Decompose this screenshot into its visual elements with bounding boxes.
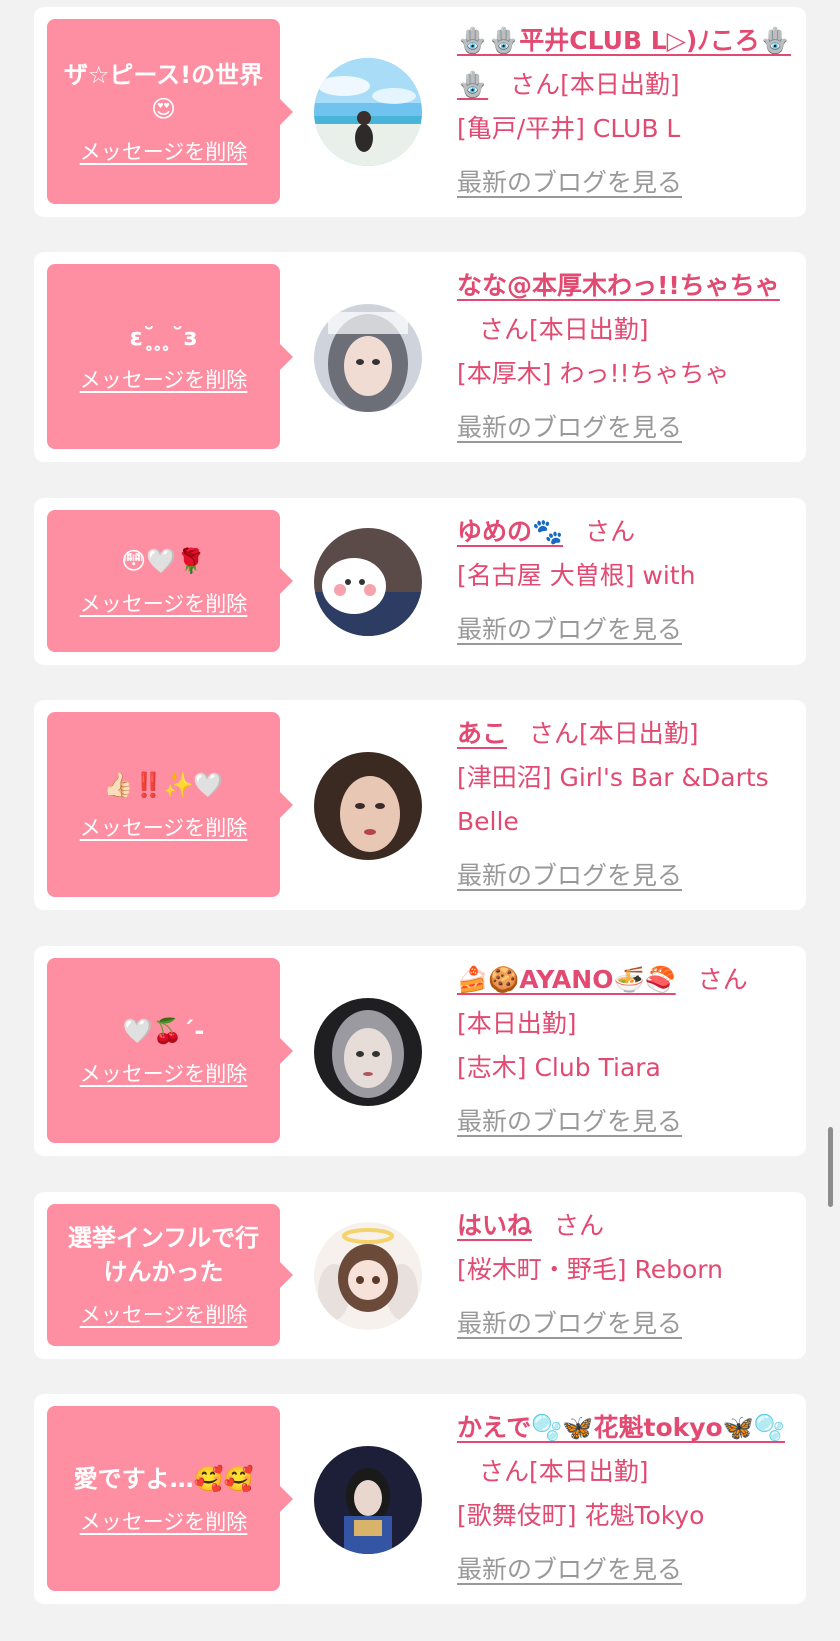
cast-name-link[interactable]: あこ (457, 719, 507, 748)
shop-label: [桜木町・野毛] Reborn (457, 1255, 723, 1284)
san-suffix: さん (479, 315, 530, 344)
san-suffix: さん (697, 965, 748, 994)
status-badge: [本日出勤] (560, 70, 680, 99)
shop-label: [名古屋 大曽根] with (457, 561, 696, 590)
cast-name-link[interactable]: はいね (457, 1211, 532, 1240)
scrollbar[interactable] (828, 1127, 833, 1207)
message-text: ε˘̥ ̥ ̥˘з (129, 322, 198, 351)
san-suffix: さん (585, 517, 636, 546)
cast-info: はいね さん [桜木町・野毛] Reborn 最新のブログを見る (457, 1204, 795, 1346)
avatar[interactable] (314, 752, 422, 860)
avatar[interactable] (314, 998, 422, 1106)
cast-info: ゆめの🐾 さん [名古屋 大曽根] with 最新のブログを見る (457, 510, 795, 652)
shop-label: [本厚木] わっ!!ちゃちゃ (457, 359, 730, 388)
avatar[interactable] (314, 58, 422, 166)
cast-name-link[interactable]: 🍰🍪AYANO🍜🍣 (457, 965, 676, 994)
message-card: 愛ですよ…🥰🥰 メッセージを削除 かえで🫧🦋花魁tokyo🦋🫧 さん[本日出勤] … (34, 1394, 806, 1604)
message-bubble: ザ☆ピース!の世界😍 メッセージを削除 (47, 19, 293, 204)
cast-name-link[interactable]: ゆめの🐾 (457, 517, 563, 546)
delete-message-link[interactable]: メッセージを削除 (80, 812, 248, 842)
avatar[interactable] (314, 304, 422, 412)
cast-info: 🍰🍪AYANO🍜🍣 さん [本日出勤] [志木] Club Tiara 最新のブロ… (457, 958, 795, 1144)
view-blog-link[interactable]: 最新のブログを見る (457, 608, 795, 652)
message-card: 👍🏻‼️✨🤍 メッセージを削除 あこ さん[本日出勤] [津田沼] Girl's … (34, 700, 806, 910)
message-text: 愛ですよ…🥰🥰 (73, 1464, 254, 1493)
message-bubble: 🤍🍒´- メッセージを削除 (47, 958, 293, 1143)
status-badge: [本日出勤] (457, 1009, 577, 1038)
delete-message-link[interactable]: メッセージを削除 (80, 1506, 248, 1536)
status-badge: [本日出勤] (529, 315, 649, 344)
message-text: 🤍🍒´- (122, 1016, 205, 1045)
san-suffix: さん (479, 1457, 530, 1486)
cast-name-link[interactable]: なな@本厚木わっ!!ちゃちゃ (457, 271, 780, 300)
message-text: ザ☆ピース!の世界😍 (63, 60, 264, 123)
cast-name-link[interactable]: かえで🫧🦋花魁tokyo🦋🫧 (457, 1413, 785, 1442)
message-card: 🤍🍒´- メッセージを削除 🍰🍪AYANO🍜🍣 さん [本日出勤] [志木] Cl… (34, 946, 806, 1156)
view-blog-link[interactable]: 最新のブログを見る (457, 1548, 795, 1592)
status-badge: [本日出勤] (579, 719, 699, 748)
san-suffix: さん (529, 719, 580, 748)
shop-label: [志木] Club Tiara (457, 1053, 661, 1082)
view-blog-link[interactable]: 最新のブログを見る (457, 1100, 795, 1144)
view-blog-link[interactable]: 最新のブログを見る (457, 854, 795, 898)
delete-message-link[interactable]: メッセージを削除 (80, 588, 248, 618)
message-text: 👍🏻‼️✨🤍 (103, 770, 224, 799)
delete-message-link[interactable]: メッセージを削除 (80, 364, 248, 394)
view-blog-link[interactable]: 最新のブログを見る (457, 161, 795, 205)
message-bubble: 選挙インフルで行けんかった メッセージを削除 (47, 1204, 293, 1346)
message-card: ザ☆ピース!の世界😍 メッセージを削除 🪬🪬平井CLUB L▷)ﾉころ🪬🪬 さん[… (34, 7, 806, 217)
avatar[interactable] (314, 1446, 422, 1554)
delete-message-link[interactable]: メッセージを削除 (80, 136, 248, 166)
status-badge: [本日出勤] (529, 1457, 649, 1486)
message-bubble: 愛ですよ…🥰🥰 メッセージを削除 (47, 1406, 293, 1591)
avatar[interactable] (314, 528, 422, 636)
cast-info: 🪬🪬平井CLUB L▷)ﾉころ🪬🪬 さん[本日出勤] [亀戸/平井] CLUB L… (457, 19, 795, 205)
shop-label: [亀戸/平井] CLUB L (457, 114, 681, 143)
message-bubble: 👍🏻‼️✨🤍 メッセージを削除 (47, 712, 293, 897)
message-bubble: 😳🤍🌹 メッセージを削除 (47, 510, 293, 652)
shop-label: [歌舞伎町] 花魁Tokyo (457, 1501, 705, 1530)
cast-info: かえで🫧🦋花魁tokyo🦋🫧 さん[本日出勤] [歌舞伎町] 花魁Tokyo 最新… (457, 1406, 795, 1592)
message-card: 😳🤍🌹 メッセージを削除 ゆめの🐾 さん [名古屋 大曽根] with 最新のブロ… (34, 498, 806, 665)
message-text: 選挙インフルで行けんかった (67, 1224, 260, 1286)
shop-label: [津田沼] Girl's Bar &Darts Belle (457, 763, 769, 836)
cast-info: あこ さん[本日出勤] [津田沼] Girl's Bar &Darts Belle… (457, 712, 795, 898)
cast-info: なな@本厚木わっ!!ちゃちゃさん[本日出勤] [本厚木] わっ!!ちゃちゃ 最新… (457, 264, 795, 450)
avatar[interactable] (314, 1222, 422, 1330)
message-bubble: ε˘̥ ̥ ̥˘з メッセージを削除 (47, 264, 293, 449)
san-suffix: さん (510, 70, 561, 99)
san-suffix: さん (554, 1211, 605, 1240)
message-card: ε˘̥ ̥ ̥˘з メッセージを削除 なな@本厚木わっ!!ちゃちゃさん[本日出勤… (34, 252, 806, 462)
delete-message-link[interactable]: メッセージを削除 (80, 1058, 248, 1088)
message-text: 😳🤍🌹 (121, 547, 206, 575)
view-blog-link[interactable]: 最新のブログを見る (457, 1302, 795, 1346)
delete-message-link[interactable]: メッセージを削除 (80, 1299, 248, 1329)
view-blog-link[interactable]: 最新のブログを見る (457, 406, 795, 450)
message-card: 選挙インフルで行けんかった メッセージを削除 はいね さん [桜木町・野毛] Re… (34, 1192, 806, 1359)
